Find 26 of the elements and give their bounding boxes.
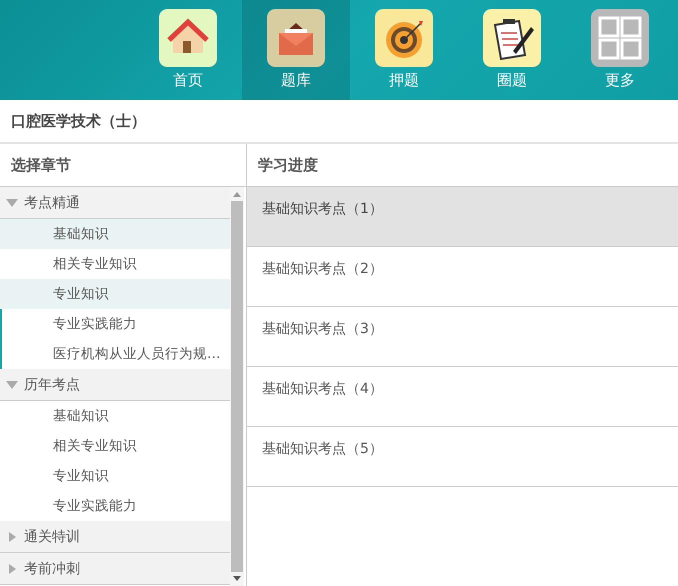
envelope-icon	[267, 9, 325, 67]
progress-row[interactable]: 基础知识考点（2）	[247, 247, 678, 307]
tree-item[interactable]: 基础知识	[0, 219, 230, 249]
tree-item[interactable]: 专业知识	[0, 461, 230, 491]
home-icon	[159, 9, 217, 67]
progress-row[interactable]: 基础知识考点（1）	[247, 187, 678, 247]
tree-group[interactable]: 历年考点	[0, 369, 230, 401]
nav-tab[interactable]: 题库	[242, 0, 350, 100]
tree-group[interactable]: 通关特训	[0, 521, 230, 553]
grid-icon	[591, 9, 649, 67]
tree-item[interactable]: 专业实践能力	[0, 491, 230, 521]
progress-row[interactable]: 基础知识考点（4）	[247, 367, 678, 427]
scrollbar[interactable]	[230, 187, 244, 586]
clipboard-icon	[483, 9, 541, 67]
tree-group[interactable]: 考前冲刺	[0, 553, 230, 585]
tree-item[interactable]: 基础知识	[0, 401, 230, 431]
page-title: 口腔医学技术（士）	[0, 100, 678, 144]
progress-row[interactable]: 基础知识考点（3）	[247, 307, 678, 367]
scroll-up-icon[interactable]	[233, 191, 241, 197]
tree-item[interactable]: 相关专业知识	[0, 431, 230, 461]
tree-group[interactable]: 考点精通	[0, 187, 230, 219]
tree-item[interactable]: 相关专业知识	[0, 249, 230, 279]
target-icon	[375, 9, 433, 67]
tree-item[interactable]: 专业知识	[0, 279, 230, 309]
scroll-down-icon[interactable]	[233, 576, 241, 582]
progress-row[interactable]: 基础知识考点（5）	[247, 427, 678, 487]
